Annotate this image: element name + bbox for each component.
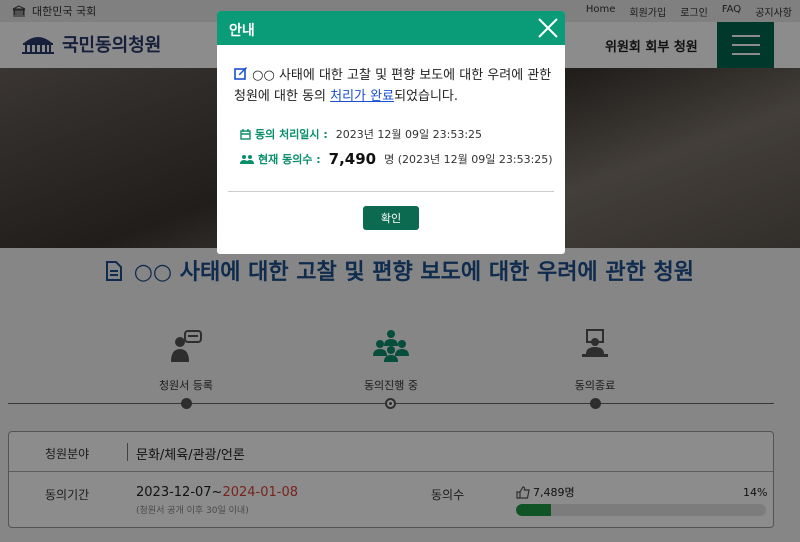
modal-header: 안내: [217, 11, 565, 45]
users-icon: [240, 154, 254, 164]
edit-icon: [234, 67, 247, 80]
confirm-button[interactable]: 확인: [363, 206, 419, 230]
modal-message-end: 되었습니다.: [394, 89, 458, 104]
current-votes-unit: 명 (2023년 12월 09일 23:53:25): [384, 153, 553, 166]
processed-at-value: 2023년 12월 09일 23:53:25: [335, 128, 483, 141]
current-votes-label: 현재 동의수 :: [258, 153, 321, 166]
modal-title: 안내: [229, 23, 255, 39]
processed-at-row: 동의 처리일시 : 2023년 12월 09일 23:53:25: [240, 126, 482, 142]
notice-modal: 안내 ○○ 사태에 대한 고찰 및 편향 보도에 대한 우려에 관한 청원에 대…: [217, 11, 565, 254]
calendar-icon: [240, 128, 251, 140]
close-icon[interactable]: [537, 17, 559, 39]
processing-complete-link[interactable]: 처리가 완료: [330, 89, 394, 104]
modal-message: ○○ 사태에 대한 고찰 및 편향 보도에 대한 우려에 관한 청원에 대한 동…: [234, 65, 554, 107]
modal-divider: [228, 191, 554, 192]
processed-at-label: 동의 처리일시 :: [255, 128, 328, 141]
current-votes-row: 현재 동의수 : 7,490 명 (2023년 12월 09일 23:53:25…: [240, 150, 553, 168]
current-votes-value: 7,490: [328, 150, 377, 168]
